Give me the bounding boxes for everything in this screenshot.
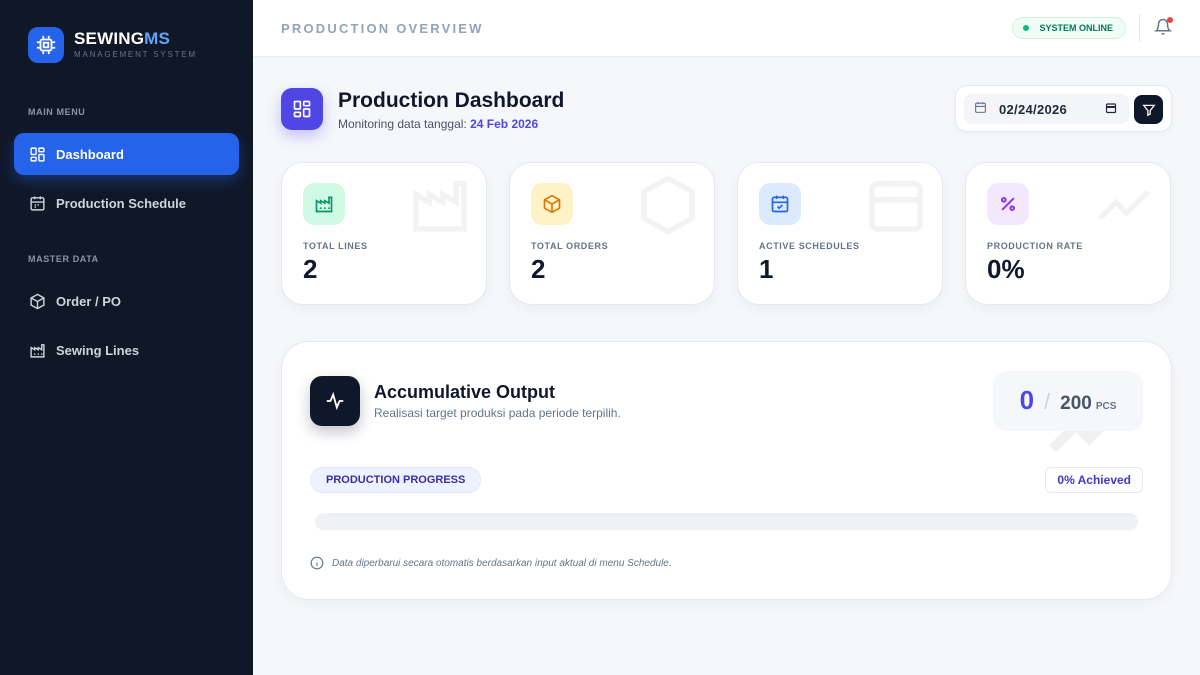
page-subtitle: Monitoring data tanggal: 24 Feb 2026 (338, 117, 538, 131)
box-ghost-icon (641, 175, 695, 235)
output-subtitle: Realisasi target produksi pada periode t… (374, 406, 621, 420)
date-input[interactable]: 02/24/2026 (964, 94, 1129, 124)
master-data-label: MASTER DATA (28, 254, 99, 264)
output-separator: / (1044, 389, 1051, 414)
stat-value: 2 (531, 254, 546, 284)
sidebar-item-production-schedule[interactable]: Production Schedule (14, 182, 239, 224)
status-dot-icon (1023, 25, 1030, 31)
info-icon (310, 556, 324, 570)
brand-name: SEWINGMS (74, 30, 197, 48)
stat-label: PRODUCTION RATE (987, 241, 1083, 251)
output-total: 0 / 200 PCS (993, 371, 1143, 431)
topbar: PRODUCTION OVERVIEW SYSTEM ONLINE (253, 0, 1200, 57)
stat-value: 2 (303, 254, 318, 284)
factory-ghost-icon (413, 181, 467, 232)
output-target: 200 (1060, 393, 1092, 414)
sidebar-item-dashboard[interactable]: Dashboard (14, 133, 239, 175)
calendar-icon (28, 194, 46, 212)
percent-icon (987, 183, 1029, 225)
box-icon (531, 183, 573, 225)
date-filter: 02/24/2026 (955, 85, 1172, 132)
output-unit: PCS (1095, 401, 1117, 412)
main-menu-label: MAIN MENU (28, 107, 86, 117)
achieved-badge: 0% Achieved (1045, 467, 1143, 493)
production-progress-badge: PRODUCTION PROGRESS (310, 467, 482, 493)
grid-icon (28, 145, 46, 163)
box-icon (28, 292, 46, 310)
stat-label: ACTIVE SCHEDULES (759, 241, 860, 251)
notification-dot-icon (1167, 17, 1173, 23)
calendar-ghost-icon (869, 180, 923, 232)
calendar-icon (974, 101, 987, 117)
output-title: Accumulative Output (374, 382, 556, 402)
filter-button[interactable] (1134, 95, 1163, 124)
sidebar-item-label: Dashboard (56, 146, 124, 162)
update-note-text: Data diperbarui secara otomatis berdasar… (332, 557, 672, 569)
chip-icon (28, 27, 64, 63)
bell-icon[interactable] (1153, 17, 1173, 36)
sidebar-item-label: Sewing Lines (56, 342, 140, 358)
trend-ghost-icon (1098, 189, 1150, 221)
topbar-divider (1139, 14, 1140, 42)
dashboard-grid-icon (281, 88, 323, 130)
stat-card-active-schedules: ACTIVE SCHEDULES 1 (737, 162, 943, 305)
page-title: Production Dashboard (338, 89, 565, 112)
sidebar-item-label: Order / PO (56, 293, 122, 309)
page-subtitle-date: 24 Feb 2026 (470, 117, 539, 131)
calendar-check-icon (759, 183, 801, 225)
brand-subtitle: MANAGEMENT SYSTEM (74, 50, 197, 59)
sidebar-item-order-po[interactable]: Order / PO (14, 280, 239, 322)
brand[interactable]: SEWINGMS MANAGEMENT SYSTEM (28, 27, 197, 63)
brand-name-accent: MS (144, 29, 171, 48)
brand-name-main: SEWING (74, 29, 145, 48)
stat-card-total-orders: TOTAL ORDERS 2 (509, 162, 715, 305)
progress-bar (315, 513, 1138, 530)
sidebar-item-label: Production Schedule (56, 195, 187, 211)
stat-label: TOTAL ORDERS (531, 241, 609, 251)
sidebar: SEWINGMS MANAGEMENT SYSTEM MAIN MENU Das… (0, 0, 253, 675)
activity-icon (310, 376, 360, 426)
page-subtitle-prefix: Monitoring data tanggal: (338, 117, 467, 131)
date-picker-icon[interactable] (1105, 102, 1117, 117)
status-badge: SYSTEM ONLINE (1012, 17, 1126, 39)
update-note: Data diperbarui secara otomatis berdasar… (310, 556, 672, 570)
filter-icon (1141, 104, 1156, 116)
status-text: SYSTEM ONLINE (1039, 23, 1113, 33)
factory-icon (303, 183, 345, 225)
stat-value: 0% (987, 254, 1025, 284)
topbar-title: PRODUCTION OVERVIEW (281, 21, 484, 36)
output-current: 0 (1019, 385, 1035, 415)
stat-card-total-lines: TOTAL LINES 2 (281, 162, 487, 305)
stat-label: TOTAL LINES (303, 241, 368, 251)
accumulative-output-card: Accumulative Output Realisasi target pro… (281, 341, 1172, 600)
stat-card-production-rate: PRODUCTION RATE 0% (965, 162, 1171, 305)
sidebar-item-sewing-lines[interactable]: Sewing Lines (14, 329, 239, 371)
stat-value: 1 (759, 254, 774, 284)
factory-icon (28, 341, 46, 359)
date-value: 02/24/2026 (999, 101, 1068, 117)
